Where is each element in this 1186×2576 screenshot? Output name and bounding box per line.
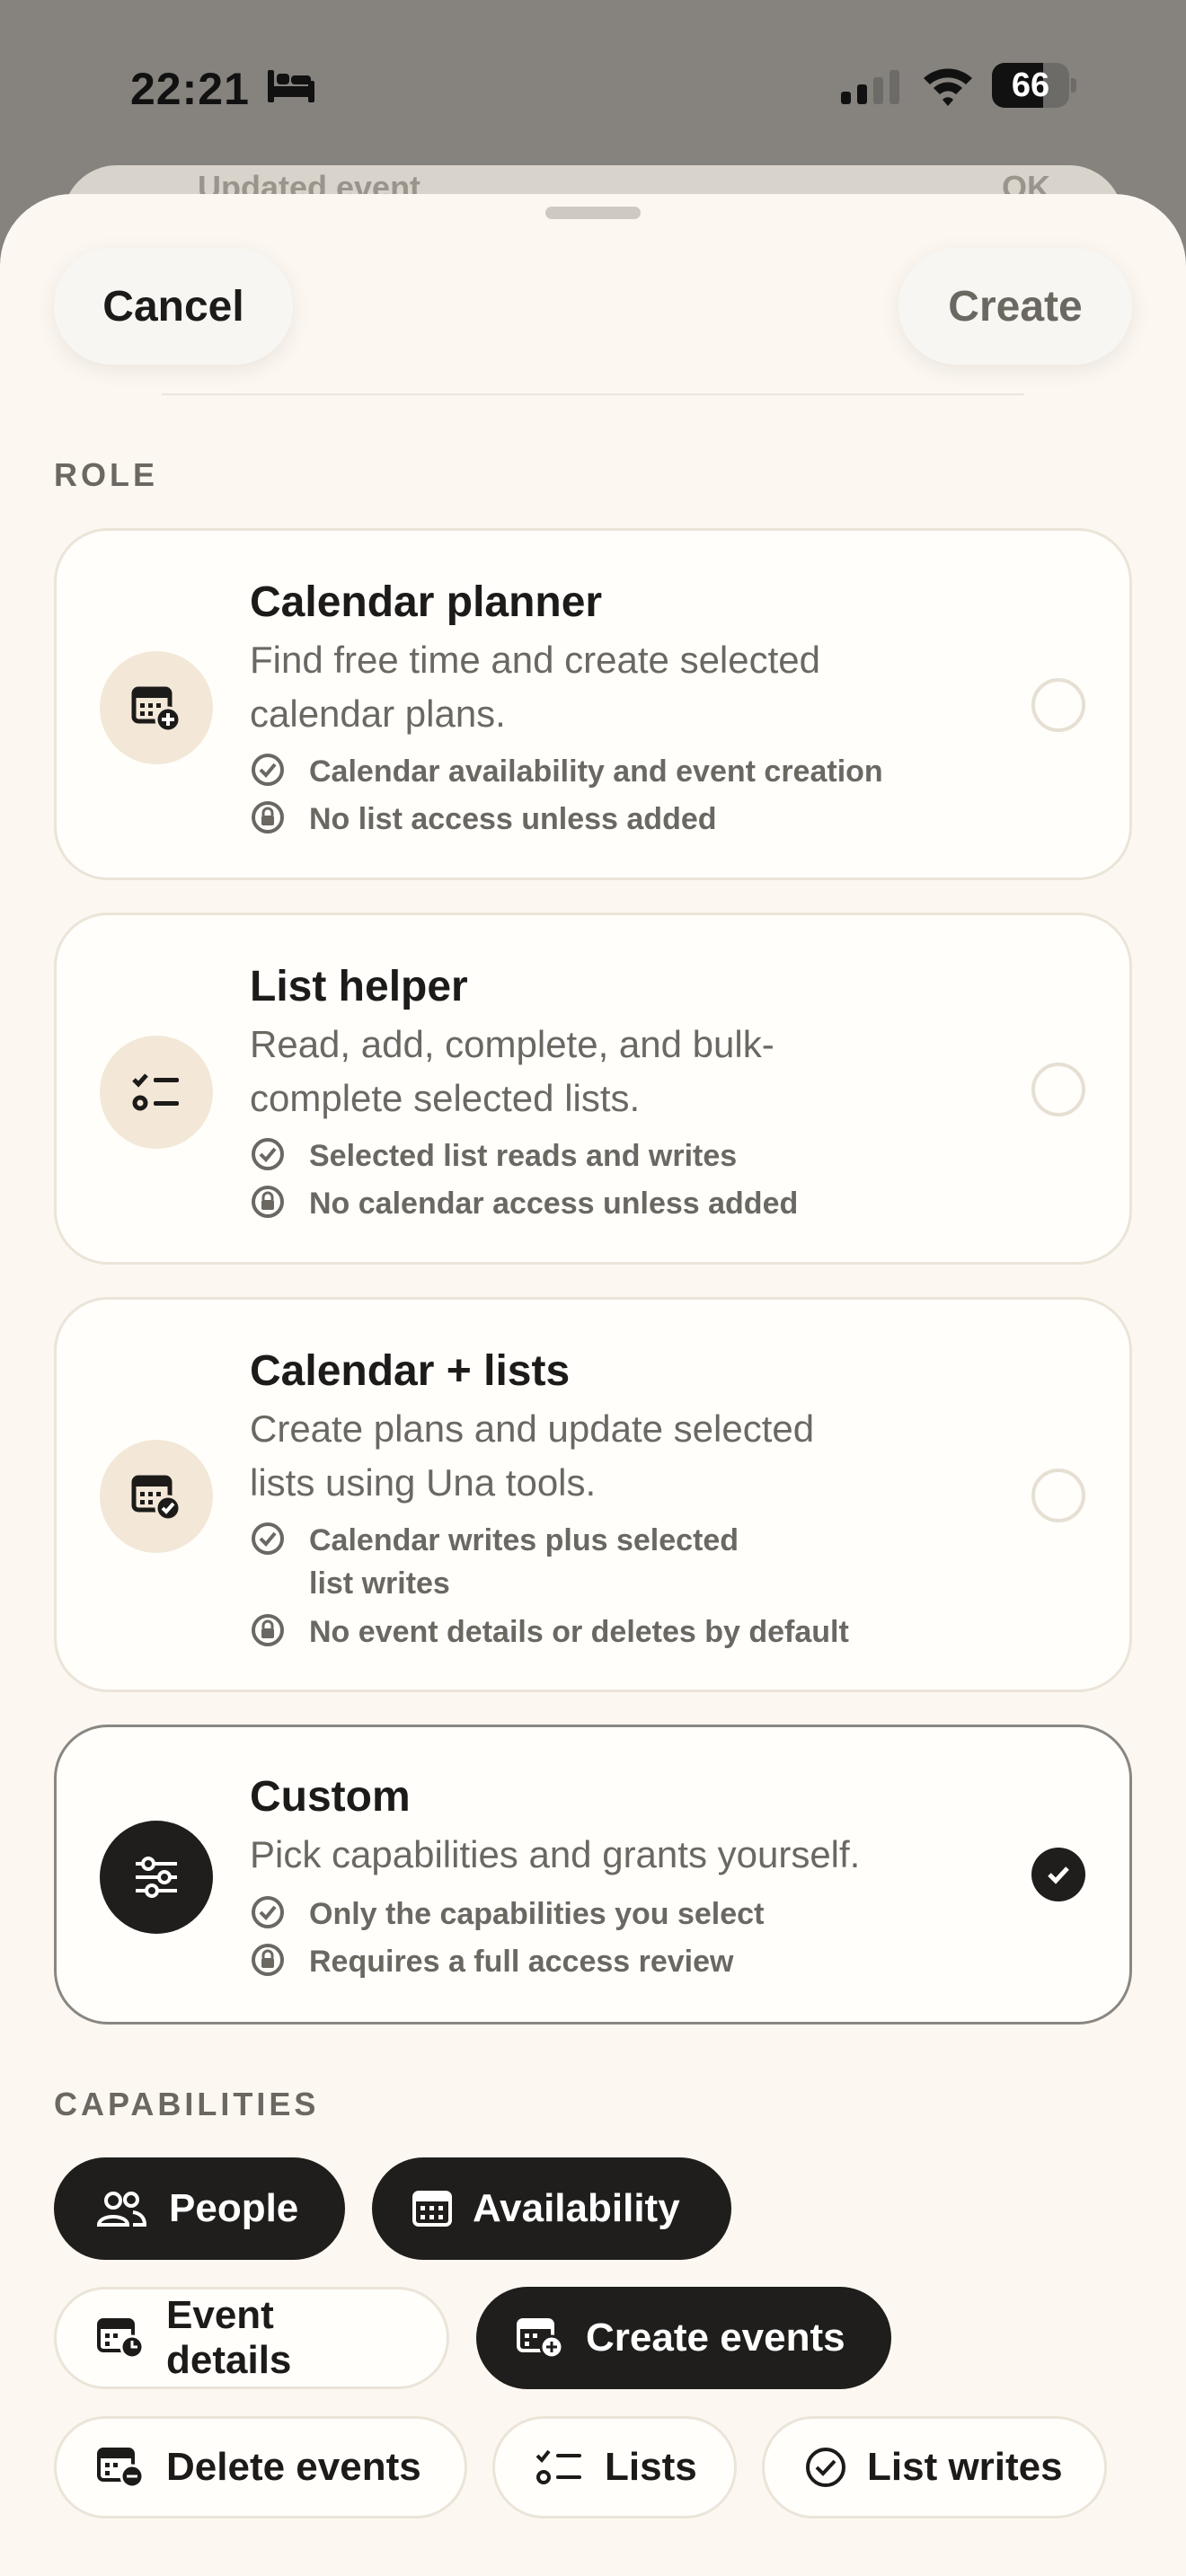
capability-chip-create-events[interactable]: Create events bbox=[476, 2287, 891, 2389]
role-description-line: Find free time and create selected bbox=[250, 639, 821, 681]
role-point-text: Calendar availability and event creation bbox=[309, 754, 883, 789]
capability-chip-availability[interactable]: Availability bbox=[372, 2157, 731, 2260]
role-card-calendar-planner[interactable]: Calendar planner Find free time and crea… bbox=[54, 528, 1132, 880]
cancel-button[interactable]: Cancel bbox=[54, 248, 293, 365]
people-icon bbox=[96, 2192, 147, 2227]
calendar-clock-icon bbox=[97, 2318, 145, 2360]
role-description-line: Pick capabilities and grants yourself. bbox=[250, 1833, 861, 1875]
role-capability-point: Calendar writes plus selected list write… bbox=[250, 1519, 938, 1605]
role-description: Read, add, complete, and bulk- complete … bbox=[250, 1018, 933, 1125]
chip-label: Availability bbox=[473, 2186, 680, 2230]
calendar-minus-icon bbox=[97, 2448, 145, 2489]
status-bar: 22:21 66 bbox=[0, 0, 1186, 171]
check-circle-icon bbox=[252, 1522, 284, 1555]
sheet-grabber[interactable] bbox=[545, 207, 641, 219]
checkmark-icon bbox=[1048, 1866, 1069, 1884]
chip-label: People bbox=[169, 2186, 299, 2230]
role-description: Create plans and update selected lists u… bbox=[250, 1402, 933, 1510]
wifi-icon bbox=[924, 68, 972, 106]
battery-indicator: 66 bbox=[992, 63, 1076, 108]
create-button[interactable]: Create bbox=[898, 248, 1132, 365]
list-icon bbox=[535, 2449, 581, 2484]
capability-chip-lists[interactable]: Lists bbox=[492, 2416, 737, 2519]
chip-label: Delete events bbox=[166, 2445, 421, 2489]
role-radio[interactable] bbox=[1031, 1469, 1085, 1522]
capabilities-section-label: CAPABILITIES bbox=[54, 2086, 320, 2122]
cellular-signal-icon bbox=[841, 70, 899, 104]
calendar-plus-icon bbox=[517, 2318, 564, 2360]
lock-circle-icon bbox=[252, 801, 284, 834]
role-card-custom[interactable]: Custom Pick capabilities and grants your… bbox=[54, 1725, 1132, 2025]
chip-label: Event details bbox=[166, 2293, 292, 2382]
lock-circle-icon bbox=[252, 1944, 284, 1976]
role-point-text: No calendar access unless added bbox=[309, 1187, 799, 1221]
role-description-line: complete selected lists. bbox=[250, 1077, 641, 1119]
list-icon bbox=[100, 1036, 213, 1149]
role-description-line: Read, add, complete, and bulk- bbox=[250, 1023, 774, 1065]
lock-circle-icon bbox=[252, 1614, 284, 1646]
calendar-plus-icon bbox=[100, 651, 213, 764]
check-circle-icon bbox=[806, 2448, 845, 2487]
check-circle-icon bbox=[252, 1896, 284, 1928]
role-restriction-point: Requires a full access review bbox=[250, 1940, 938, 1983]
role-restriction-point: No calendar access unless added bbox=[250, 1182, 938, 1225]
status-time: 22:21 bbox=[130, 64, 250, 114]
check-circle-icon bbox=[252, 754, 284, 786]
role-card-list-helper[interactable]: List helper Read, add, complete, and bul… bbox=[54, 913, 1132, 1265]
role-point-text: Selected list reads and writes bbox=[309, 1139, 738, 1173]
role-point-text: No list access unless added bbox=[309, 802, 717, 836]
battery-level: 66 bbox=[1011, 66, 1050, 104]
chip-label: Create events bbox=[586, 2316, 845, 2360]
calendar-check-icon bbox=[100, 1440, 213, 1553]
role-section-label: ROLE bbox=[54, 456, 159, 493]
role-point-text: Calendar writes plus selected list write… bbox=[309, 1519, 938, 1605]
role-point-line: Calendar writes plus selected bbox=[309, 1523, 739, 1557]
role-point-line: list writes bbox=[309, 1566, 450, 1601]
role-card-calendar-lists[interactable]: Calendar + lists Create plans and update… bbox=[54, 1297, 1132, 1692]
role-radio-checked[interactable] bbox=[1031, 1848, 1085, 1901]
role-capability-point: Only the capabilities you select bbox=[250, 1892, 938, 1936]
role-point-text: Requires a full access review bbox=[309, 1945, 734, 1979]
capability-chip-event-details[interactable]: Event details bbox=[54, 2287, 449, 2389]
role-capability-point: Calendar availability and event creation bbox=[250, 750, 938, 793]
capability-chip-people[interactable]: People bbox=[54, 2157, 345, 2260]
chip-label: Lists bbox=[605, 2445, 697, 2489]
role-description-line: lists using Una tools. bbox=[250, 1461, 597, 1504]
role-description: Pick capabilities and grants yourself. bbox=[250, 1828, 933, 1882]
role-title: Custom bbox=[250, 1773, 411, 1821]
role-point-text: No event details or deletes by default bbox=[309, 1615, 849, 1649]
bed-icon bbox=[268, 70, 314, 102]
nav-divider bbox=[162, 393, 1024, 395]
role-description: Find free time and create selected calen… bbox=[250, 633, 933, 741]
sliders-icon bbox=[100, 1821, 213, 1934]
role-restriction-point: No event details or deletes by default bbox=[250, 1610, 938, 1654]
check-circle-icon bbox=[252, 1138, 284, 1170]
calendar-icon bbox=[412, 2191, 452, 2227]
role-radio[interactable] bbox=[1031, 1063, 1085, 1116]
capability-chip-delete-events[interactable]: Delete events bbox=[54, 2416, 467, 2519]
chip-label: List writes bbox=[867, 2445, 1063, 2489]
role-description-line: Create plans and update selected bbox=[250, 1407, 815, 1450]
role-title: List helper bbox=[250, 963, 468, 1010]
role-restriction-point: No list access unless added bbox=[250, 798, 938, 841]
role-description-line: calendar plans. bbox=[250, 693, 506, 735]
role-capability-point: Selected list reads and writes bbox=[250, 1134, 938, 1178]
lock-circle-icon bbox=[252, 1186, 284, 1218]
role-title: Calendar + lists bbox=[250, 1347, 571, 1395]
role-point-text: Only the capabilities you select bbox=[309, 1897, 765, 1931]
capability-chip-list-writes[interactable]: List writes bbox=[762, 2416, 1107, 2519]
role-title: Calendar planner bbox=[250, 578, 603, 626]
role-radio[interactable] bbox=[1031, 678, 1085, 732]
